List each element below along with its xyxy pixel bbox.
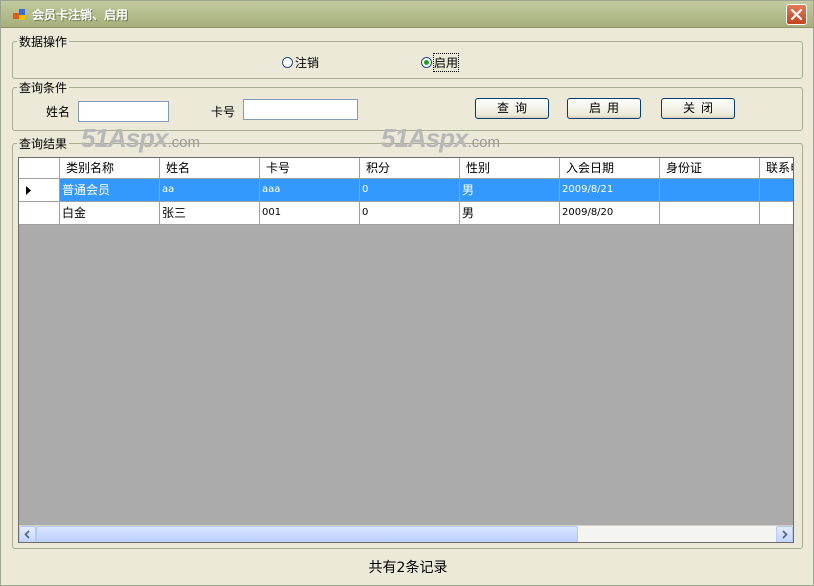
card-number-input[interactable] [243, 99, 358, 120]
radio-activate-dot[interactable] [421, 57, 432, 68]
cell-card-number[interactable]: aaa [260, 179, 360, 202]
horizontal-scrollbar[interactable] [19, 525, 793, 542]
name-label: 姓名 [46, 105, 71, 119]
column-header-join-date[interactable]: 入会日期 [560, 158, 660, 178]
radio-deactivate-dot[interactable] [282, 57, 293, 68]
card-number-label: 卡号 [211, 105, 236, 119]
close-window-button[interactable] [786, 4, 807, 25]
watermark-suffix-right: .com [467, 134, 501, 151]
column-header-phone[interactable]: 联系电话 [760, 158, 793, 178]
current-row-arrow-icon [26, 186, 31, 195]
cell-join-date[interactable]: 2009/8/20 [560, 202, 660, 225]
member-card-window: 会员卡注销、启用 数据操作 注销 启用 查询条件 姓名 卡号 查询 启用 关闭 … [0, 0, 814, 586]
cell-name[interactable]: 张三 [160, 202, 260, 225]
radio-deactivate-label: 注销 [295, 56, 320, 70]
radio-deactivate[interactable]: 注销 [282, 54, 319, 71]
watermark-logo-left: 51Aspx.com [81, 123, 200, 154]
row-header[interactable] [19, 202, 60, 225]
title-bar[interactable]: 会员卡注销、启用 [1, 1, 813, 28]
cell-category[interactable]: 白金 [60, 202, 160, 225]
close-icon [790, 8, 803, 21]
cell-id-card[interactable] [660, 202, 760, 225]
cell-phone[interactable] [760, 179, 793, 202]
column-header-name[interactable]: 姓名 [160, 158, 260, 178]
query-result-legend: 查询结果 [19, 137, 68, 151]
column-header-id-card[interactable]: 身份证 [660, 158, 760, 178]
app-icon [13, 9, 25, 20]
grid-header: 类别名称 姓名 卡号 积分 性别 入会日期 身份证 联系电话 [19, 158, 793, 179]
table-row[interactable]: 白金 张三 001 0 男 2009/8/20 [19, 202, 793, 225]
watermark-suffix-left: .com [167, 134, 201, 151]
radio-activate-label: 启用 [432, 53, 460, 72]
cell-phone[interactable] [760, 202, 793, 225]
data-operation-legend: 数据操作 [19, 35, 68, 49]
radio-activate[interactable]: 启用 [421, 53, 460, 72]
chevron-left-icon [24, 530, 30, 539]
enable-button[interactable]: 启用 [567, 98, 641, 119]
result-data-grid[interactable]: 类别名称 姓名 卡号 积分 性别 入会日期 身份证 联系电话 普通会员 aa a… [18, 157, 794, 543]
cell-gender[interactable]: 男 [460, 202, 560, 225]
cell-name[interactable]: aa [160, 179, 260, 202]
watermark-main-right: 51Aspx [381, 123, 468, 153]
cell-card-number[interactable]: 001 [260, 202, 360, 225]
cell-id-card[interactable] [660, 179, 760, 202]
chevron-right-icon [782, 530, 788, 539]
cell-points[interactable]: 0 [360, 179, 460, 202]
column-header-gender[interactable]: 性别 [460, 158, 560, 178]
table-row[interactable]: 普通会员 aa aaa 0 男 2009/8/21 [19, 179, 793, 202]
column-header-category[interactable]: 类别名称 [60, 158, 160, 178]
cell-points[interactable]: 0 [360, 202, 460, 225]
scrollbar-thumb[interactable] [36, 526, 578, 542]
data-operation-group: 数据操作 [12, 33, 803, 79]
watermark-logo-right: 51Aspx.com [381, 123, 500, 154]
cell-category[interactable]: 普通会员 [60, 179, 160, 202]
query-button[interactable]: 查询 [475, 98, 549, 119]
name-input[interactable] [78, 101, 169, 122]
close-button[interactable]: 关闭 [661, 98, 735, 119]
grid-corner-header[interactable] [19, 158, 60, 178]
query-condition-legend: 查询条件 [19, 81, 68, 95]
watermark-main-left: 51Aspx [81, 123, 168, 153]
column-header-card-number[interactable]: 卡号 [260, 158, 360, 178]
scroll-right-button[interactable] [776, 526, 793, 542]
column-header-points[interactable]: 积分 [360, 158, 460, 178]
row-header[interactable] [19, 179, 60, 202]
window-title: 会员卡注销、启用 [32, 8, 129, 22]
cell-join-date[interactable]: 2009/8/21 [560, 179, 660, 202]
record-count-status: 共有2条记录 [368, 560, 448, 576]
cell-gender[interactable]: 男 [460, 179, 560, 202]
scroll-left-button[interactable] [19, 526, 36, 542]
